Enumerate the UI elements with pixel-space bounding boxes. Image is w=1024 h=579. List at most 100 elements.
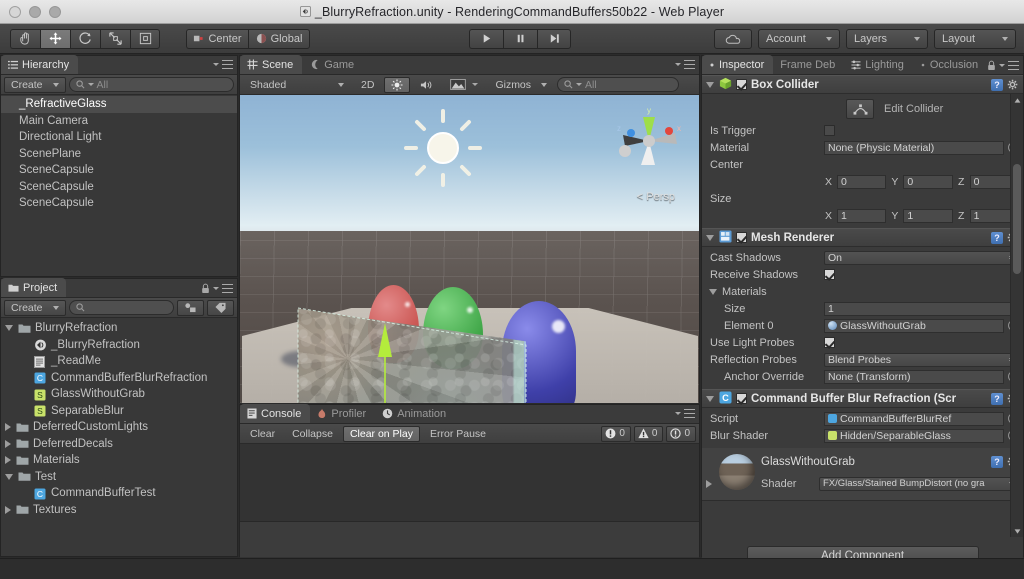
script-object-field[interactable]: CommandBufferBlurRef bbox=[824, 411, 1004, 426]
inspector-panel-menu[interactable] bbox=[987, 60, 1019, 71]
directional-light-gizmo[interactable] bbox=[400, 105, 486, 191]
console-info-count[interactable]: 0 bbox=[666, 425, 696, 442]
vector3-field[interactable]: X 0 Y 0 Z 0 bbox=[824, 174, 1019, 189]
lock-icon[interactable] bbox=[201, 283, 210, 294]
console-error-count[interactable]: 0 bbox=[601, 425, 631, 442]
hierarchy-item[interactable]: Main Camera bbox=[1, 113, 237, 130]
gear-icon[interactable] bbox=[1007, 79, 1019, 91]
play-button[interactable] bbox=[469, 28, 503, 49]
tab-lighting[interactable]: Lighting bbox=[844, 55, 913, 74]
project-tree-item[interactable]: _BlurryRefraction bbox=[1, 337, 237, 354]
help-icon[interactable]: ? bbox=[991, 78, 1003, 91]
use-light-probes-checkbox[interactable] bbox=[824, 337, 835, 348]
project-tree-item[interactable]: S SeparableBlur bbox=[1, 403, 237, 420]
console-clear-on-play-toggle[interactable]: Clear on Play bbox=[342, 425, 420, 442]
project-panel-menu[interactable] bbox=[201, 283, 233, 294]
foldout-open-icon[interactable] bbox=[706, 234, 714, 241]
size-y-input[interactable]: 1 bbox=[903, 208, 953, 223]
step-button[interactable] bbox=[537, 28, 571, 49]
reflection-probes-dropdown[interactable]: Blend Probes bbox=[824, 352, 1019, 367]
cast-shadows-dropdown[interactable]: On bbox=[824, 250, 1019, 265]
help-icon[interactable]: ? bbox=[991, 392, 1003, 405]
console-clear-button[interactable]: Clear bbox=[243, 426, 282, 442]
scroll-down-arrow[interactable] bbox=[1011, 525, 1023, 537]
hierarchy-item[interactable]: ScenePlane bbox=[1, 146, 237, 163]
hierarchy-create-button[interactable]: Create bbox=[4, 76, 66, 93]
projection-mode-label[interactable]: < Persp bbox=[637, 191, 675, 203]
component-header-mesh-renderer[interactable]: Mesh Renderer ? bbox=[702, 228, 1023, 247]
rect-tool-button[interactable] bbox=[130, 28, 160, 49]
console-error-pause-toggle[interactable]: Error Pause bbox=[423, 426, 493, 442]
help-icon[interactable]: ? bbox=[991, 456, 1003, 468]
scroll-up-arrow[interactable] bbox=[1011, 94, 1023, 106]
shader-dropdown[interactable]: FX/Glass/Stained BumpDistort (no gra bbox=[819, 476, 1019, 491]
project-create-button[interactable]: Create bbox=[4, 299, 66, 316]
draw-mode-dropdown[interactable]: Shaded bbox=[243, 77, 351, 93]
foldout-open-icon[interactable] bbox=[706, 395, 714, 402]
cloud-services-button[interactable] bbox=[714, 28, 752, 49]
project-tree-item[interactable]: Materials bbox=[1, 452, 237, 469]
size-x-input[interactable]: 1 bbox=[837, 208, 887, 223]
account-dropdown[interactable]: Account bbox=[758, 28, 840, 49]
tab-animation[interactable]: Animation bbox=[375, 404, 455, 423]
layout-dropdown[interactable]: Layout bbox=[934, 28, 1016, 49]
foldout-open-icon[interactable] bbox=[706, 81, 714, 88]
material-object-field[interactable]: None (Physic Material) bbox=[824, 140, 1004, 155]
inspector-scrollbar[interactable] bbox=[1010, 94, 1023, 537]
foldout-open-icon[interactable] bbox=[709, 288, 717, 295]
lock-icon[interactable] bbox=[987, 60, 996, 71]
is-trigger-checkbox[interactable] bbox=[824, 125, 835, 136]
move-tool-button[interactable] bbox=[40, 28, 70, 49]
scene-lighting-toggle[interactable] bbox=[384, 76, 411, 93]
project-tree-item[interactable]: Test bbox=[1, 469, 237, 486]
tab-console[interactable]: Console bbox=[240, 404, 311, 423]
tab-project[interactable]: Project bbox=[1, 278, 67, 297]
property-materials-foldout[interactable]: Materials bbox=[706, 283, 1019, 300]
foldout-closed-icon[interactable] bbox=[5, 423, 11, 432]
scene-viewport[interactable]: y x z < Persp bbox=[240, 95, 699, 403]
scene-search-input[interactable]: All bbox=[557, 77, 680, 92]
component-enabled-checkbox[interactable] bbox=[736, 79, 747, 90]
pivot-mode-button[interactable]: Center bbox=[186, 28, 248, 49]
component-header-command-buffer-blur-refraction[interactable]: C Command Buffer Blur Refraction (Scr ? bbox=[702, 389, 1023, 408]
help-icon[interactable]: ? bbox=[991, 231, 1003, 244]
edit-collider-button[interactable] bbox=[846, 99, 874, 119]
hierarchy-item[interactable]: _RefractiveGlass bbox=[1, 96, 237, 113]
component-enabled-checkbox[interactable] bbox=[736, 393, 747, 404]
tab-occlusion[interactable]: Occlusion bbox=[913, 55, 987, 74]
center-y-input[interactable]: 0 bbox=[903, 174, 953, 189]
project-tree[interactable]: BlurryRefraction _BlurryRefraction _Read… bbox=[1, 318, 237, 518]
vector3-field[interactable]: X 1 Y 1 Z 1 bbox=[824, 208, 1019, 223]
project-tree-item[interactable]: DeferredCustomLights bbox=[1, 419, 237, 436]
pivot-rotation-button[interactable]: Global bbox=[248, 28, 310, 49]
foldout-closed-icon[interactable] bbox=[706, 480, 712, 488]
scene-orientation-gizmo[interactable]: y x z bbox=[611, 103, 687, 179]
project-tree-item[interactable]: S GlassWithoutGrab bbox=[1, 386, 237, 403]
tab-hierarchy[interactable]: Hierarchy bbox=[1, 55, 79, 74]
scrollbar-thumb[interactable] bbox=[1013, 164, 1021, 274]
hierarchy-item[interactable]: SceneCapsule bbox=[1, 195, 237, 212]
foldout-closed-icon[interactable] bbox=[5, 439, 11, 448]
tab-frame-debugger[interactable]: Frame Deb bbox=[773, 55, 844, 74]
filter-by-label-button[interactable] bbox=[207, 299, 234, 316]
filter-by-type-button[interactable] bbox=[177, 299, 204, 316]
tab-inspector[interactable]: Inspector bbox=[702, 55, 774, 74]
center-x-input[interactable]: 0 bbox=[837, 174, 887, 189]
hierarchy-panel-menu[interactable] bbox=[213, 60, 233, 69]
tab-profiler[interactable]: Profiler bbox=[310, 404, 375, 423]
component-enabled-checkbox[interactable] bbox=[736, 232, 747, 243]
tab-game[interactable]: Game bbox=[302, 55, 363, 74]
console-warning-count[interactable]: 0 bbox=[633, 425, 664, 442]
2d-toggle-button[interactable]: 2D bbox=[354, 77, 381, 93]
foldout-open-icon[interactable] bbox=[5, 473, 13, 480]
layers-dropdown[interactable]: Layers bbox=[846, 28, 928, 49]
blur-shader-object-field[interactable]: Hidden/SeparableGlass bbox=[824, 428, 1004, 443]
hierarchy-item[interactable]: SceneCapsule bbox=[1, 162, 237, 179]
component-header-box-collider[interactable]: Box Collider ? bbox=[702, 75, 1023, 94]
materials-size-input[interactable]: 1 bbox=[824, 301, 1019, 316]
console-collapse-toggle[interactable]: Collapse bbox=[285, 426, 340, 442]
project-tree-item[interactable]: BlurryRefraction bbox=[1, 320, 237, 337]
project-search-input[interactable] bbox=[68, 300, 174, 315]
project-tree-item[interactable]: Textures bbox=[1, 502, 237, 519]
scale-tool-button[interactable] bbox=[100, 28, 130, 49]
